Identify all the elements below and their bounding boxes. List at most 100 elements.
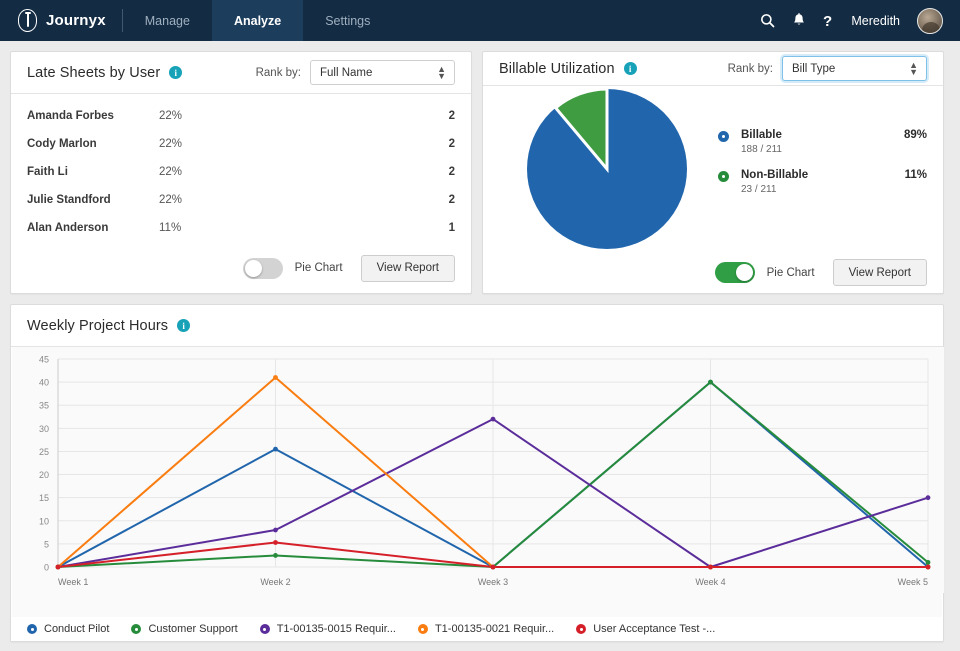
view-report-button[interactable]: View Report [833,259,927,286]
table-row[interactable]: Amanda Forbes 22% 2 [27,102,455,130]
billable-rank-group: Rank by: Bill Type ▲▼ [728,56,927,81]
pie-chart-toggle[interactable] [243,258,283,279]
toggle-knob [736,264,753,281]
topbar-right-group: ? Meredith [760,0,960,41]
pie-chart-toggle-label: Pie Chart [767,267,815,279]
view-report-button[interactable]: View Report [361,255,455,282]
rank-by-selected-value: Full Name [320,67,372,79]
list-item[interactable]: Non-Billable 23 / 211 11% [718,169,927,195]
nav-item-analyze[interactable]: Analyze [212,0,303,41]
rank-by-label: Rank by: [256,67,301,79]
top-navigation-bar: Journyx Manage Analyze Settings ? Meredi… [0,0,960,41]
legend-percent: 11% [897,169,927,181]
late-sheets-rank-group: Rank by: Full Name ▲▼ [256,60,455,85]
avatar[interactable] [917,8,943,34]
svg-text:Week 1: Week 1 [58,577,88,587]
user-name-label: Faith Li [27,166,159,178]
legend-dot-non-billable [718,171,729,182]
user-name-label: Amanda Forbes [27,110,159,122]
svg-text:10: 10 [39,516,49,526]
late-sheets-footer: Pie Chart View Report [11,243,471,293]
legend-series-label: T1-00135-0015 Requir... [277,623,396,635]
legend-name: Billable [741,129,896,141]
table-row[interactable]: Julie Standford 22% 2 [27,186,455,214]
legend-percent: 89% [896,129,927,141]
svg-text:15: 15 [39,493,49,503]
search-icon[interactable] [760,13,775,28]
legend-item[interactable]: T1-00135-0021 Requir... [418,623,554,635]
nav-item-manage[interactable]: Manage [123,0,212,41]
pie-chart-holder [499,86,714,252]
svg-text:5: 5 [44,539,49,549]
toggle-knob [245,260,262,277]
user-name[interactable]: Meredith [851,14,900,28]
rank-by-label: Rank by: [728,63,773,75]
table-row[interactable]: Alan Anderson 11% 1 [27,214,455,242]
info-icon[interactable]: i [624,62,637,75]
svg-text:40: 40 [39,378,49,388]
brand-logo[interactable]: Journyx [0,0,122,41]
svg-text:Week 2: Week 2 [260,577,290,587]
weekly-title: Weekly Project Hours [27,318,168,334]
user-percent-label: 22% [159,166,207,178]
billable-utilization-card: Billable Utilization i Rank by: Bill Typ… [482,51,944,294]
user-count-label: 1 [429,222,455,234]
legend-series-label: Customer Support [148,623,237,635]
legend-dot-icon [576,624,586,634]
svg-text:Week 3: Week 3 [478,577,508,587]
table-row[interactable]: Cody Marlon 22% 2 [27,130,455,158]
user-percent-label: 22% [159,138,207,150]
user-percent-label: 11% [159,222,207,234]
list-item[interactable]: Billable 188 / 211 89% [718,129,927,155]
table-row[interactable]: Faith Li 22% 2 [27,158,455,186]
chevron-updown-icon: ▲▼ [909,62,918,76]
user-name-label: Cody Marlon [27,138,159,150]
legend-sub: 23 / 211 [741,184,897,195]
user-percent-label: 22% [159,194,207,206]
weekly-line-chart[interactable]: 051015202530354045Week 1Week 2Week 3Week… [12,347,944,593]
chevron-updown-icon: ▲▼ [437,66,446,80]
user-percent-label: 22% [159,110,207,122]
billable-footer: Pie Chart View Report [483,252,943,293]
legend-texts: Non-Billable 23 / 211 [741,169,897,195]
page-content: Late Sheets by User i Rank by: Full Name… [0,41,960,642]
billable-title: Billable Utilization [499,61,615,77]
user-name-label: Julie Standford [27,194,159,206]
pie-chart-toggle-label: Pie Chart [295,262,343,274]
legend-item[interactable]: User Acceptance Test -... [576,623,715,635]
late-sheets-card: Late Sheets by User i Rank by: Full Name… [10,51,472,294]
svg-text:35: 35 [39,401,49,411]
legend-texts: Billable 188 / 211 [741,129,896,155]
late-sheets-bar-list: Amanda Forbes 22% 2 Cody Marlon 22% 2 Fa… [11,94,471,243]
billable-header: Billable Utilization i Rank by: Bill Typ… [483,52,943,86]
bell-icon[interactable] [792,13,806,28]
svg-text:25: 25 [39,447,49,457]
legend-series-label: User Acceptance Test -... [593,623,715,635]
svg-text:30: 30 [39,424,49,434]
legend-item[interactable]: Conduct Pilot [27,623,109,635]
billable-body: Billable 188 / 211 89% Non-Billable 23 /… [483,86,943,252]
journyx-logo-icon [18,9,37,32]
nav-item-settings[interactable]: Settings [303,0,392,41]
legend-item[interactable]: Customer Support [131,623,237,635]
legend-item[interactable]: T1-00135-0015 Requir... [260,623,396,635]
info-icon[interactable]: i [169,66,182,79]
late-sheets-header: Late Sheets by User i Rank by: Full Name… [11,52,471,94]
rank-by-select-full-name[interactable]: Full Name ▲▼ [310,60,455,85]
pie-chart-toggle[interactable] [715,262,755,283]
billable-pie-chart[interactable] [524,86,690,252]
rank-by-selected-value: Bill Type [792,63,835,75]
legend-dot-icon [260,624,270,634]
legend-dot-billable [718,131,729,142]
info-icon[interactable]: i [177,319,190,332]
legend-dot-icon [131,624,141,634]
rank-by-select-bill-type[interactable]: Bill Type ▲▼ [782,56,927,81]
user-name-label: Alan Anderson [27,222,159,234]
top-card-row: Late Sheets by User i Rank by: Full Name… [10,51,950,294]
svg-text:?: ? [823,13,832,29]
help-question-icon[interactable]: ? [823,13,834,29]
weekly-chart-legend: Conduct Pilot Customer Support T1-00135-00… [11,617,943,641]
svg-text:Week 5: Week 5 [898,577,928,587]
weekly-chart-area: 051015202530354045Week 1Week 2Week 3Week… [12,347,942,617]
svg-text:45: 45 [39,355,49,365]
